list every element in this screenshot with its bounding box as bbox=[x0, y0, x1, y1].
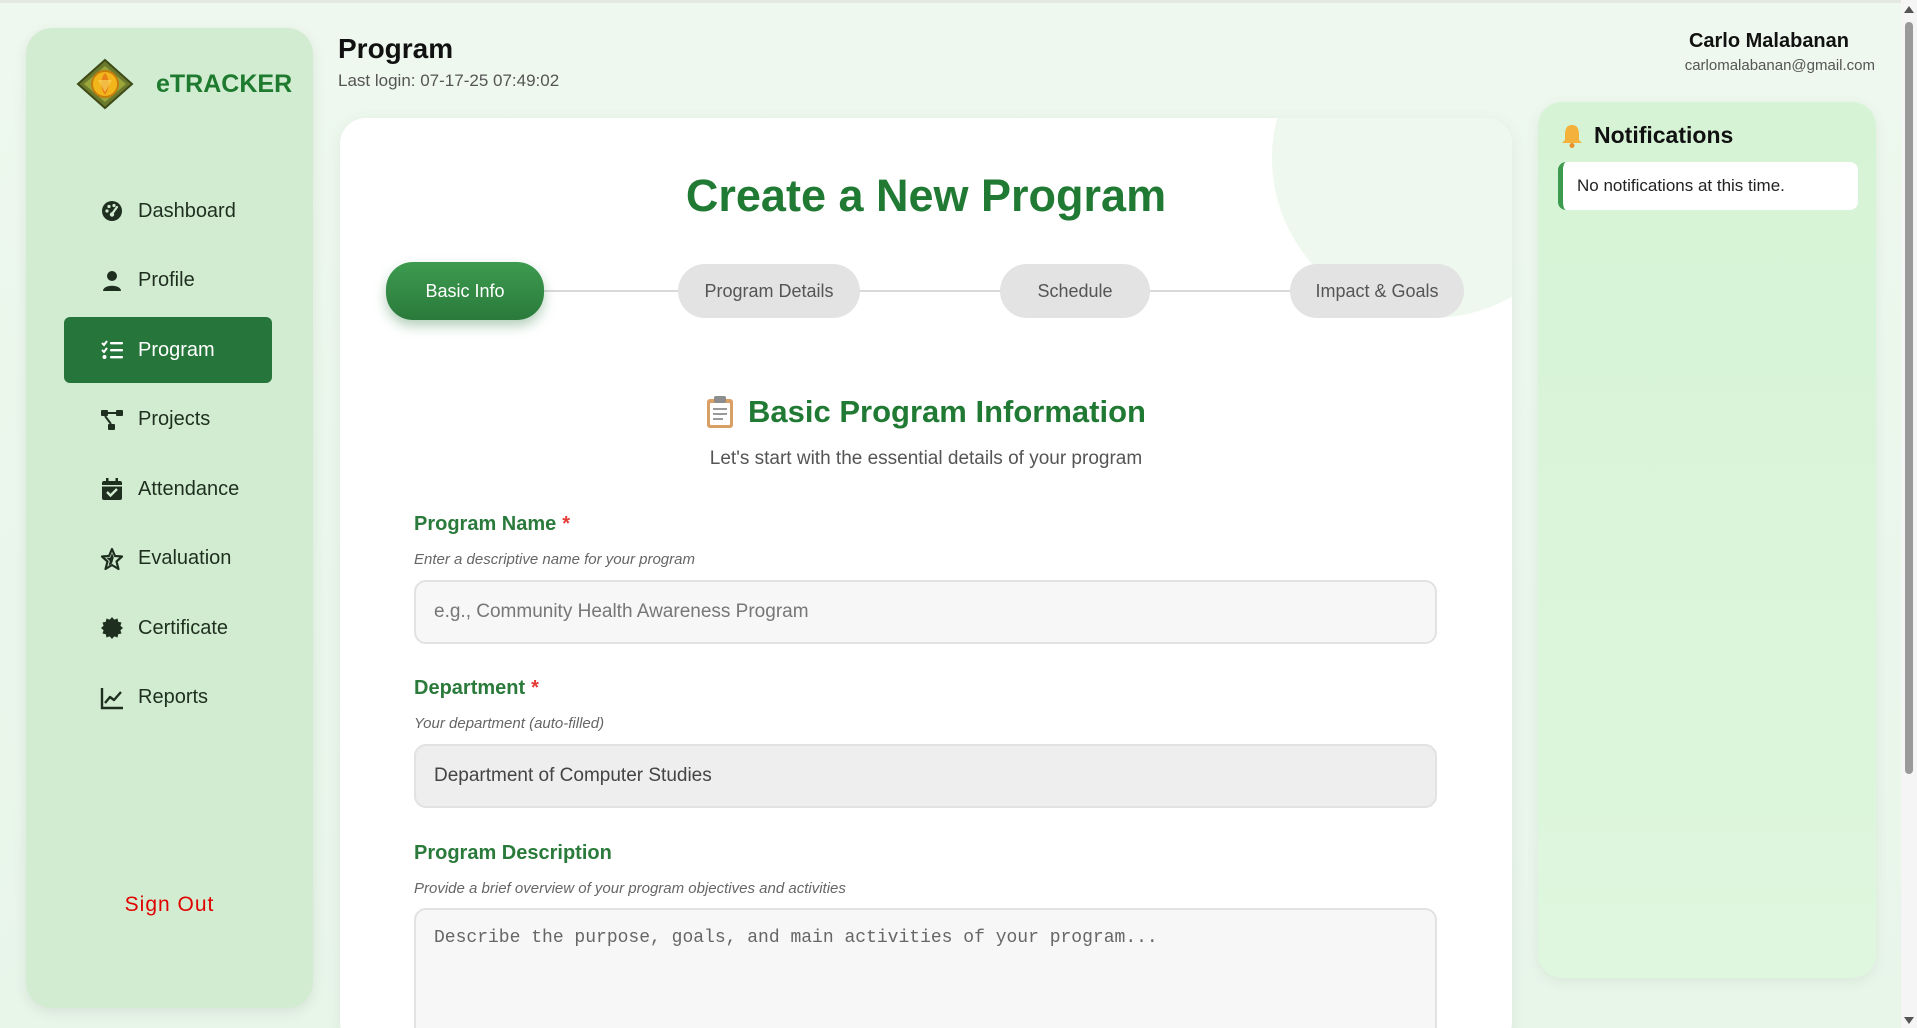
brand-name: eTRACKER bbox=[156, 69, 293, 98]
etracker-logo-icon bbox=[76, 58, 134, 110]
chart-line-icon bbox=[100, 687, 123, 709]
notifications-panel: Notifications No notifications at this t… bbox=[1538, 102, 1876, 978]
program-name-label: Program Name * bbox=[414, 513, 570, 536]
scrollbar-thumb[interactable] bbox=[1905, 22, 1913, 774]
program-description-textarea[interactable] bbox=[414, 908, 1437, 1028]
sidebar-item-certificate[interactable]: Certificate bbox=[64, 595, 272, 661]
create-program-card: Create a New Program Basic Info Program … bbox=[340, 118, 1512, 1028]
sign-out-button[interactable]: Sign Out bbox=[26, 893, 313, 917]
section-title-text: Basic Program Information bbox=[748, 394, 1146, 429]
sidebar-item-label: Reports bbox=[138, 686, 209, 708]
sidebar-item-reports[interactable]: Reports bbox=[64, 665, 272, 731]
department-label: Department * bbox=[414, 677, 539, 700]
notifications-title: Notifications bbox=[1594, 122, 1734, 148]
required-mark: * bbox=[531, 677, 539, 699]
stepper-line bbox=[416, 290, 1436, 292]
sidebar-item-evaluation[interactable]: Evaluation bbox=[64, 526, 272, 592]
sidebar-item-label: Profile bbox=[138, 269, 195, 291]
list-check-icon bbox=[101, 340, 123, 359]
step-basic-info[interactable]: Basic Info bbox=[386, 262, 544, 320]
page-title: Program bbox=[338, 33, 454, 64]
user-email: carlomalabanan@gmail.com bbox=[1684, 57, 1875, 74]
sidebar-item-program[interactable]: Program bbox=[64, 317, 272, 383]
sidebar-item-attendance[interactable]: Attendance bbox=[64, 456, 272, 522]
step-schedule[interactable]: Schedule bbox=[1000, 264, 1150, 318]
section-title: Basic Program Information bbox=[340, 394, 1512, 430]
project-diagram-icon bbox=[101, 409, 123, 430]
clipboard-icon bbox=[707, 396, 734, 428]
sidebar-item-label: Program bbox=[138, 338, 215, 361]
sidebar-item-label: Certificate bbox=[138, 616, 229, 639]
step-impact-goals[interactable]: Impact & Goals bbox=[1290, 264, 1464, 318]
required-mark: * bbox=[562, 513, 571, 535]
step-program-details[interactable]: Program Details bbox=[678, 264, 860, 318]
program-description-label-text: Program Description bbox=[414, 842, 612, 864]
program-description-help: Provide a brief overview of your program… bbox=[414, 880, 846, 897]
certificate-icon bbox=[101, 617, 123, 639]
brand[interactable]: eTRACKER bbox=[76, 58, 292, 110]
sidebar-item-label: Dashboard bbox=[138, 199, 236, 222]
page-scrollbar[interactable] bbox=[1901, 0, 1917, 1028]
program-description-label: Program Description bbox=[414, 842, 612, 865]
last-login-text: Last login: 07-17-25 07:49:02 bbox=[338, 71, 560, 90]
department-help: Your department (auto-filled) bbox=[414, 715, 605, 732]
scroll-up-icon[interactable] bbox=[1904, 6, 1914, 13]
sidebar-item-projects[interactable]: Projects bbox=[64, 387, 272, 453]
department-label-text: Department bbox=[414, 677, 526, 699]
scroll-down-icon[interactable] bbox=[1904, 1017, 1914, 1024]
calendar-check-icon bbox=[102, 478, 122, 500]
sidebar-nav: Dashboard Profile Program Projects Atten… bbox=[64, 178, 272, 734]
user-icon bbox=[103, 270, 121, 291]
notifications-header: Notifications bbox=[1560, 122, 1733, 149]
sidebar-item-dashboard[interactable]: Dashboard bbox=[64, 178, 272, 244]
department-input[interactable] bbox=[414, 744, 1437, 808]
sidebar-item-label: Evaluation bbox=[138, 547, 232, 569]
browser-top-border bbox=[0, 0, 1917, 3]
user-name: Carlo Malabanan bbox=[1688, 30, 1849, 52]
bell-icon bbox=[1562, 124, 1582, 148]
form-title: Create a New Program bbox=[685, 170, 1167, 221]
sidebar-item-label: Projects bbox=[138, 408, 211, 430]
form-stepper: Basic Info Program Details Schedule Impa… bbox=[386, 262, 1466, 320]
program-name-label-text: Program Name bbox=[414, 513, 557, 535]
sidebar: eTRACKER Dashboard Profile Program Proje… bbox=[26, 28, 313, 1008]
dashboard-icon bbox=[102, 201, 122, 221]
sidebar-item-profile[interactable]: Profile bbox=[64, 248, 272, 314]
program-name-input[interactable] bbox=[414, 580, 1437, 644]
sidebar-item-label: Attendance bbox=[138, 477, 240, 500]
section-subtitle: Let's start with the essential details o… bbox=[709, 448, 1143, 469]
notification-empty-message: No notifications at this time. bbox=[1558, 162, 1858, 210]
star-icon bbox=[100, 547, 124, 570]
program-name-help: Enter a descriptive name for your progra… bbox=[414, 551, 695, 568]
